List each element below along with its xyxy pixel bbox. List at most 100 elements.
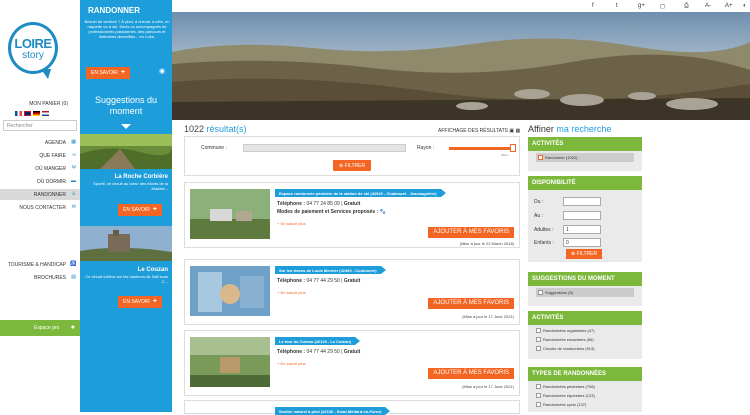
rayon-slider[interactable] [449, 147, 515, 150]
checkbox-checked[interactable] [538, 155, 543, 161]
chevron-down-icon [121, 124, 131, 129]
commune-input[interactable] [243, 144, 406, 152]
google-plus-icon[interactable]: g+ [638, 3, 645, 9]
list-view-icon[interactable]: ▦ [516, 128, 521, 134]
cart-link[interactable]: MON PANIER (0) [29, 101, 68, 107]
randonner-sidebar: RANDONNER Besoin de verdure ? À pied, à … [80, 0, 172, 412]
activite-option[interactable]: Circuits de randonnées (913) [528, 344, 642, 353]
checkbox[interactable] [538, 290, 543, 296]
nav-item-brochures[interactable]: BROCHURES ▤ [0, 272, 80, 283]
instagram-icon[interactable]: ◻ [660, 3, 665, 10]
display-results-label[interactable]: AFFICHAGE DES RÉSULTATS ▣ ▦ [438, 128, 520, 134]
print-icon[interactable]: ⎙ [684, 3, 689, 10]
activite-option[interactable]: Randonnées encadrées (56) [528, 335, 642, 344]
rayon-label: Rayon : [417, 145, 435, 151]
flag-fr-icon[interactable] [15, 111, 22, 116]
dog-icon: 🐾 [379, 209, 386, 215]
card-image[interactable] [190, 266, 270, 316]
sidebar-title: RANDONNER [88, 6, 140, 15]
grid-view-icon[interactable]: ▣ [509, 128, 514, 134]
du-input[interactable] [563, 197, 601, 206]
card-title[interactable]: Sentier naturel à pied (42130 - Saint-Mé… [275, 407, 391, 415]
type-option[interactable]: Randonnées cyclo (137) [528, 400, 642, 409]
card-phone: Téléphone : 04 77 44 29 50 | Gratuit [277, 278, 361, 284]
au-input[interactable] [563, 211, 601, 220]
disponibilite-filtrer-button[interactable]: ⊕ FILTRER [566, 249, 603, 259]
suggestions-title: Suggestions du moment [94, 95, 158, 116]
suggestion-image-roche-corbiere[interactable] [80, 134, 172, 169]
add-favorites-button[interactable]: AJOUTER À MES FAVORIS [428, 298, 514, 309]
suggestion-1-title[interactable]: La Roche Corbière [115, 174, 168, 180]
enfants-input[interactable]: 0 [563, 238, 601, 247]
adultes-input[interactable]: 1 [563, 225, 601, 234]
flag-de-icon[interactable] [33, 111, 40, 116]
suggestion-1-text: Sportif, ce circuit au cœur des Monts de… [93, 181, 168, 191]
circle-plus-icon: ⊕ [571, 251, 576, 257]
suggestion-2-en-savoir-button[interactable]: EN SAVOIR + [118, 296, 162, 308]
suggestion-2-text: Ce circuit s'élève sur les hauteurs de S… [85, 274, 168, 284]
plus-icon: + [152, 298, 157, 305]
card-payment-modes: Modes de paiement et Services proposés :… [277, 209, 386, 215]
activites-panel-2: ACTIVITÉS Randonnées organisées (47) Ran… [528, 311, 642, 359]
flag-nl-icon[interactable] [42, 111, 49, 116]
activites-2-header[interactable]: ACTIVITÉS [528, 311, 642, 325]
activite-option-randonner[interactable]: Randonner (1022) [536, 153, 634, 162]
nav-item-ou-dormir[interactable]: OÙ DORMIR ▬ [0, 176, 80, 187]
type-option[interactable]: Randonnées équestres (123) [528, 391, 642, 400]
nav-item-tourisme-handicap[interactable]: TOURISME & HANDICAP ♿ [0, 259, 80, 270]
card-image[interactable] [190, 189, 270, 239]
font-decrease-icon[interactable]: A- [705, 3, 711, 9]
facebook-icon[interactable]: f [592, 3, 594, 9]
eye-icon[interactable]: ◉ [159, 67, 165, 75]
activite-option[interactable]: Randonnées organisées (47) [528, 326, 642, 335]
card-title[interactable]: Sur les traces de Louis Mercier (42460 -… [275, 266, 386, 274]
calendar-icon: ▦ [71, 139, 76, 145]
suggestion-image-couzan[interactable] [80, 226, 172, 261]
en-savoir-button[interactable]: EN SAVOIR + [86, 67, 130, 79]
filtrer-button[interactable]: ⊕ FILTRER [333, 160, 372, 171]
result-card: Sur les traces de Louis Mercier (42460 -… [184, 259, 520, 325]
card-image[interactable] [190, 337, 270, 387]
nav-item-ou-manger[interactable]: OÙ MANGER Ψ [0, 163, 80, 174]
bed-icon: ▬ [71, 178, 76, 184]
card-en-savoir-plus[interactable]: + En savoir plus [277, 361, 306, 366]
au-label: Au : [534, 213, 543, 219]
suggestions-option[interactable]: Suggestions (5) [536, 288, 634, 297]
top-toolbar: f t g+ ◻ ⎙ A- A+ ◐ [172, 0, 750, 12]
accessibility-icon[interactable]: ◐ [743, 3, 747, 9]
search-input[interactable]: Rechercher [3, 120, 77, 131]
card-phone: Téléphone : 04 77 44 29 50 | Gratuit [277, 349, 361, 355]
twitter-icon[interactable]: t [616, 3, 618, 9]
add-favorites-button[interactable]: AJOUTER À MES FAVORIS [428, 227, 514, 238]
suggestions-header[interactable]: SUGGESTIONS DU MOMENT [528, 272, 642, 286]
type-option[interactable]: Randonnées pédestres (708) [528, 382, 642, 391]
hiker-icon: ♙ [71, 191, 76, 197]
suggestion-2-title[interactable]: Le Couzan [138, 267, 168, 273]
flag-en-icon[interactable] [24, 111, 31, 116]
user-icon: ● [70, 324, 75, 331]
card-title[interactable]: Espace randonnée pédestre de la station … [275, 189, 446, 197]
add-favorites-button[interactable]: AJOUTER À MES FAVORIS [428, 368, 514, 379]
loire-story-logo[interactable]: LOIRE story [8, 22, 58, 79]
espace-pro-button[interactable]: Espace pro ● [0, 320, 80, 336]
wheelchair-icon: ♿ [70, 261, 77, 267]
types-header[interactable]: TYPES DE RANDONNÉES [528, 367, 642, 381]
card-en-savoir-plus[interactable]: + En savoir plus [277, 221, 306, 226]
rayon-value: 20km [501, 153, 509, 157]
nav-item-que-faire[interactable]: QUE FAIRE ∞ [0, 150, 80, 161]
font-increase-icon[interactable]: A+ [725, 3, 733, 9]
disponibilite-header[interactable]: DISPONIBILITÉ [528, 176, 642, 190]
binoculars-icon: ∞ [72, 152, 76, 158]
activites-header[interactable]: ACTIVITÉS [528, 137, 642, 151]
nav-item-agenda[interactable]: AGENDA ▦ [0, 137, 80, 148]
mail-icon: ✉ [71, 204, 76, 210]
card-update-date: (Mise à jour le 22 March 2018) [459, 241, 514, 246]
card-en-savoir-plus[interactable]: + En savoir plus [277, 290, 306, 295]
result-card: Le tour du Coteau (42120 - Le Coteau) Té… [184, 330, 520, 396]
rayon-slider-handle[interactable] [510, 144, 516, 152]
sidebar-intro: Besoin de verdure ? À pied, à cheval, à … [84, 19, 170, 39]
nav-item-contact[interactable]: NOUS CONTACTER ✉ [0, 202, 80, 213]
card-title[interactable]: Le tour du Coteau (42120 - Le Coteau) [275, 337, 361, 345]
nav-item-randonner[interactable]: RANDONNER ♙ [0, 189, 80, 200]
suggestion-1-en-savoir-button[interactable]: EN SAVOIR + [118, 204, 162, 216]
